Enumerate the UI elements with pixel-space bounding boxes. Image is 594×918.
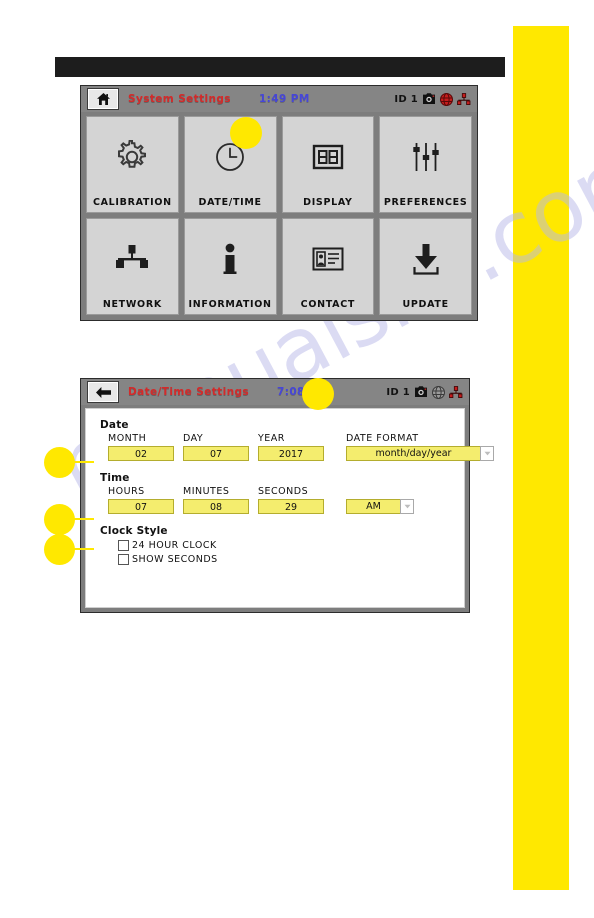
checkbox-label: SHOW SECONDS xyxy=(132,554,218,565)
device-id-label: ID 1 xyxy=(386,386,410,398)
minutes-input[interactable]: 08 xyxy=(183,499,249,514)
minutes-label: MINUTES xyxy=(183,486,230,497)
day-input[interactable]: 07 xyxy=(183,446,249,461)
callout-line-date-group xyxy=(74,461,94,463)
date-time-settings-header: Date/Time Settings 7:08 AM ID 1 xyxy=(81,379,469,405)
globe-icon[interactable] xyxy=(432,385,445,399)
checkbox-label: 24 HOUR CLOCK xyxy=(132,540,217,551)
checkbox-icon xyxy=(118,540,129,551)
chevron-down-icon xyxy=(480,446,494,461)
year-field: YEAR 2017 xyxy=(258,433,324,461)
date-format-select[interactable]: month/day/year xyxy=(346,446,494,461)
meridiem-field: AM xyxy=(346,486,414,514)
home-button[interactable] xyxy=(87,88,119,110)
system-settings-header: System Settings 1:49 PM ID 1 xyxy=(81,86,477,112)
globe-icon[interactable] xyxy=(440,92,453,106)
hours-field: HOURS 07 xyxy=(108,486,174,514)
tile-display[interactable]: DISPLAY xyxy=(281,116,375,213)
sliders-icon xyxy=(380,117,471,197)
meridiem-value: AM xyxy=(346,499,400,514)
callout-line-time-group xyxy=(74,518,94,520)
camera-icon[interactable] xyxy=(422,93,436,105)
network-icon xyxy=(87,219,178,299)
page-side-rail xyxy=(513,26,569,890)
year-label: YEAR xyxy=(258,433,285,444)
seconds-field: SECONDS 29 xyxy=(258,486,324,514)
date-group-title: Date xyxy=(100,419,129,431)
clock-style-group-title: Clock Style xyxy=(100,525,168,537)
date-format-label: DATE FORMAT xyxy=(346,433,419,444)
tile-calibration[interactable]: CALIBRATION xyxy=(86,116,179,213)
seconds-label: SECONDS xyxy=(258,486,309,497)
tile-information[interactable]: INFORMATION xyxy=(183,218,277,315)
tile-label: NETWORK xyxy=(102,299,162,310)
time-field-row: HOURS 07 MINUTES 08 SECONDS 29 AM xyxy=(108,486,464,514)
month-field: MONTH 02 xyxy=(108,433,174,461)
day-label: DAY xyxy=(183,433,204,444)
checkbox-show-seconds[interactable]: SHOW SECONDS xyxy=(118,554,464,565)
day-field: DAY 07 xyxy=(183,433,249,461)
date-format-field: DATE FORMAT month/day/year xyxy=(346,433,494,461)
contact-card-icon xyxy=(283,219,374,299)
callout-dot-datetime-header xyxy=(302,378,334,410)
hours-input[interactable]: 07 xyxy=(108,499,174,514)
display-icon xyxy=(283,117,374,197)
tile-contact[interactable]: CONTACT xyxy=(281,218,375,315)
meridiem-select[interactable]: AM xyxy=(346,499,414,514)
network-icon[interactable] xyxy=(457,92,471,106)
meridiem-label xyxy=(346,486,414,497)
chevron-down-icon xyxy=(400,499,414,514)
tile-label: CALIBRATION xyxy=(92,197,172,208)
system-settings-clock: 1:49 PM xyxy=(258,93,310,105)
home-icon xyxy=(96,92,111,106)
device-status-group: ID 1 xyxy=(386,385,463,399)
system-settings-tile-grid: CALIBRATION DATE/TIME DISPLAY PREFERENCE… xyxy=(81,112,477,321)
date-format-value: month/day/year xyxy=(346,446,480,461)
system-settings-title: System Settings xyxy=(128,93,231,105)
tile-update[interactable]: UPDATE xyxy=(379,218,472,315)
callout-dot-date-time-tile xyxy=(230,117,262,149)
date-time-settings-screen: Date/Time Settings 7:08 AM ID 1 xyxy=(80,378,494,613)
tile-label: DATE/TIME xyxy=(198,197,262,208)
tile-label: CONTACT xyxy=(300,299,356,310)
gear-icon xyxy=(87,117,178,197)
page-header-bar xyxy=(55,57,505,77)
device-id-label: ID 1 xyxy=(394,93,418,105)
callout-dot-date-group xyxy=(44,447,75,478)
callout-dot-time-group xyxy=(44,504,75,535)
info-icon xyxy=(185,219,276,299)
seconds-input[interactable]: 29 xyxy=(258,499,324,514)
camera-icon[interactable] xyxy=(414,386,428,398)
network-icon[interactable] xyxy=(449,385,463,399)
date-field-row: MONTH 02 DAY 07 YEAR 2017 DATE FORMAT mo… xyxy=(108,433,494,461)
tile-preferences[interactable]: PREFERENCES xyxy=(379,116,472,213)
minutes-field: MINUTES 08 xyxy=(183,486,249,514)
time-group-title: Time xyxy=(100,472,130,484)
tile-label: PREFERENCES xyxy=(383,197,468,208)
download-icon xyxy=(380,219,471,299)
system-settings-screen: System Settings 1:49 PM ID 1 CALIBRATION… xyxy=(80,85,478,321)
date-time-settings-title: Date/Time Settings xyxy=(128,386,250,398)
hours-label: HOURS xyxy=(108,486,145,497)
tile-network[interactable]: NETWORK xyxy=(86,218,179,315)
tile-label: DISPLAY xyxy=(303,197,353,208)
callout-dot-clock-style-group xyxy=(44,534,75,565)
month-label: MONTH xyxy=(108,433,147,444)
checkbox-icon xyxy=(118,554,129,565)
back-button[interactable] xyxy=(87,381,119,403)
year-input[interactable]: 2017 xyxy=(258,446,324,461)
back-arrow-icon xyxy=(95,386,112,399)
checkbox-24-hour-clock[interactable]: 24 HOUR CLOCK xyxy=(118,540,464,551)
month-input[interactable]: 02 xyxy=(108,446,174,461)
date-time-form: Date MONTH 02 DAY 07 YEAR 2017 DATE FORM… xyxy=(85,408,494,608)
callout-line-clock-style-group xyxy=(74,548,94,550)
tile-label: UPDATE xyxy=(402,299,449,310)
system-status-group: ID 1 xyxy=(394,92,471,106)
tile-label: INFORMATION xyxy=(188,299,272,310)
